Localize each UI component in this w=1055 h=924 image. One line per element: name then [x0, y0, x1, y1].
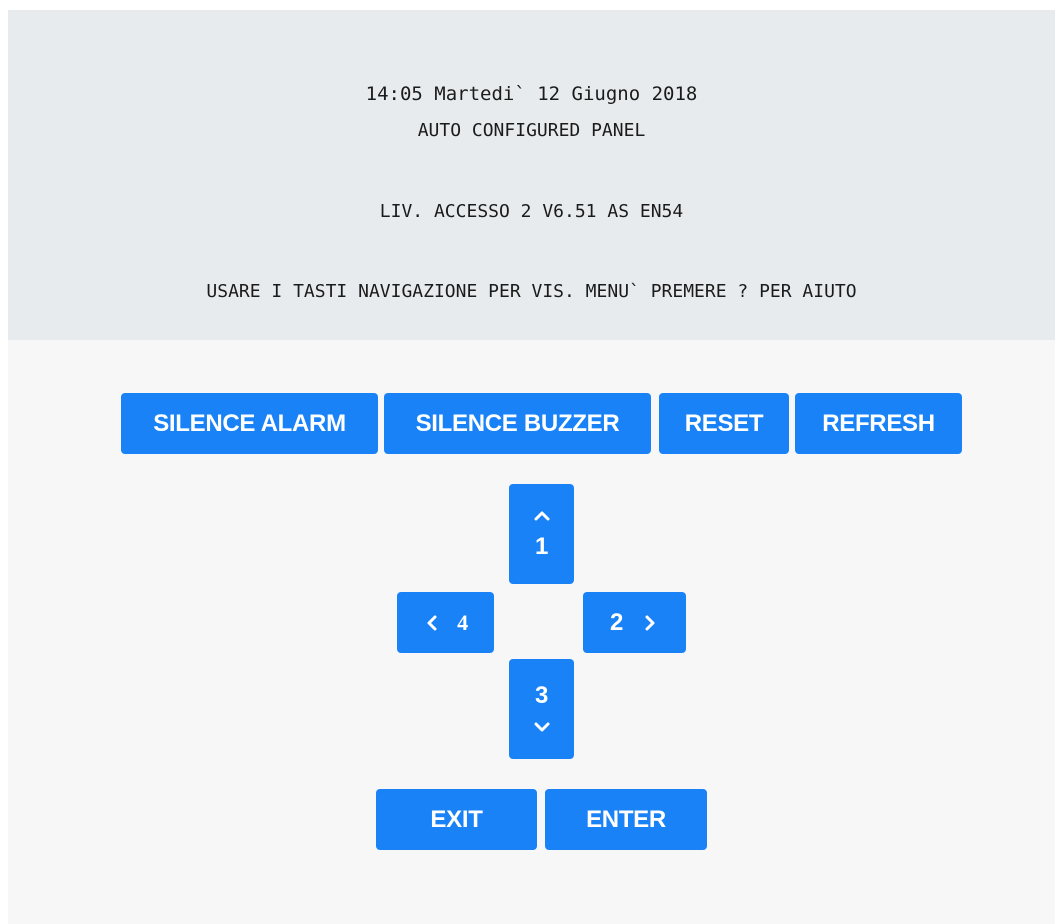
panel-name-text: AUTO CONFIGURED PANEL: [417, 120, 646, 141]
chevron-up-icon: [533, 507, 551, 525]
silence-alarm-button[interactable]: SILENCE ALARM: [121, 393, 378, 454]
reset-button[interactable]: RESET: [659, 393, 789, 454]
nav-down-button[interactable]: 3: [509, 659, 574, 759]
nav-up-button[interactable]: 1: [509, 484, 574, 584]
nav-right-button[interactable]: 2: [583, 592, 686, 653]
nav-up-number: 1: [534, 533, 549, 560]
exit-button[interactable]: EXIT: [376, 789, 537, 850]
chevron-down-icon: [533, 718, 551, 736]
refresh-button[interactable]: REFRESH: [795, 393, 962, 454]
nav-down-number: 3: [534, 682, 549, 709]
datetime-text: 14:05 Martedi` 12 Giugno 2018: [365, 83, 698, 105]
lcd-display: 14:05 Martedi` 12 Giugno 2018 AUTO CONFI…: [8, 10, 1055, 340]
nav-right-number: 2: [609, 608, 624, 636]
panel-frame: 14:05 Martedi` 12 Giugno 2018 AUTO CONFI…: [8, 10, 1055, 924]
access-level-text: LIV. ACCESSO 2 V6.51 AS EN54: [379, 201, 684, 222]
silence-buzzer-button[interactable]: SILENCE BUZZER: [384, 393, 651, 454]
nav-left-button[interactable]: 4: [397, 592, 494, 653]
chevron-right-icon: [641, 614, 659, 632]
instructions-text: USARE I TASTI NAVIGAZIONE PER VIS. MENU`…: [206, 281, 857, 302]
nav-left-number: 4: [457, 609, 468, 635]
chevron-left-icon: [423, 614, 441, 632]
enter-button[interactable]: ENTER: [545, 789, 707, 850]
